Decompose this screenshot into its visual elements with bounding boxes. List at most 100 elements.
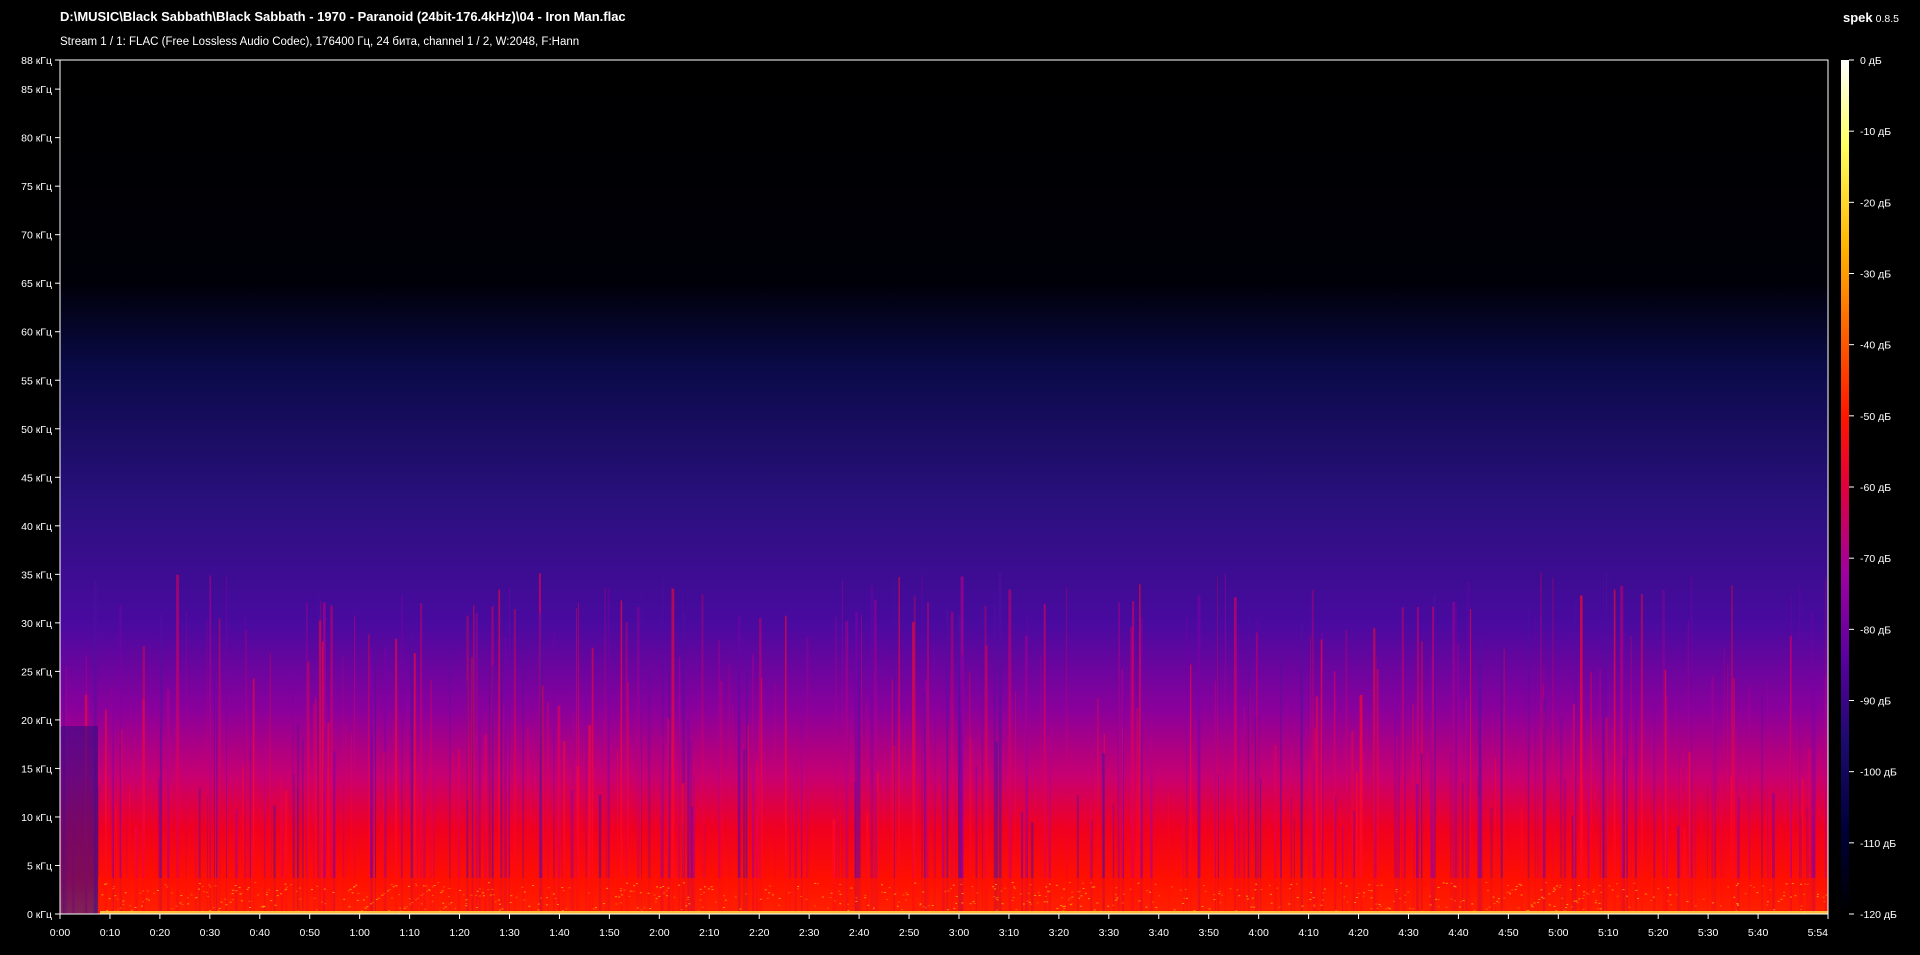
spectrum-hotspot xyxy=(1802,893,1805,895)
x-tick-label: 0:40 xyxy=(250,927,271,939)
spectrum-hotspot xyxy=(1548,893,1551,895)
spectrum-streak xyxy=(913,596,916,914)
spectrum-bass-line xyxy=(100,911,1828,914)
spectrum-hotspot xyxy=(788,892,791,894)
spectrum-streak xyxy=(1375,655,1378,914)
x-tick-label: 3:10 xyxy=(999,927,1020,939)
spectrum-streak xyxy=(539,612,543,914)
spectrum-hotspot xyxy=(537,903,540,905)
spectrum-hotspot xyxy=(498,909,501,911)
spectrum-hotspot xyxy=(1582,908,1585,910)
spectrum-hotspot xyxy=(632,890,635,892)
spectrum-hotspot xyxy=(1340,882,1343,884)
spectrum-hotspot xyxy=(888,887,891,889)
spectrum-streak xyxy=(950,611,954,914)
spectrum-hotspot xyxy=(1309,892,1312,894)
spectrum-streak xyxy=(960,654,964,914)
spectrum-streak xyxy=(218,618,221,914)
spectrum-hotspot xyxy=(1404,894,1407,896)
spectrum-hotspot xyxy=(700,894,703,896)
spectrum-hotspot xyxy=(960,883,963,885)
spectrum-hotspot xyxy=(392,886,395,888)
spectrum-hotspot xyxy=(687,899,690,901)
spectrum-hotspot xyxy=(1542,897,1545,899)
spectrum-hotspot xyxy=(1667,900,1670,902)
spectrum-hotspot xyxy=(1269,893,1272,895)
spectrum-hotspot xyxy=(1288,888,1291,890)
spectrum-hotspot xyxy=(833,900,836,902)
spectrum-streak xyxy=(244,616,246,914)
spectrum-hotspot xyxy=(606,887,609,889)
spectrum-low-band xyxy=(98,878,1828,914)
spectrum-hotspot xyxy=(839,903,842,905)
spectrum-hotspot xyxy=(1114,894,1117,896)
spectrum-hotspot xyxy=(428,889,431,891)
spectrum-hotspot xyxy=(552,893,555,895)
spectrum-hotspot xyxy=(1115,887,1118,889)
spectrum-streak xyxy=(998,572,1002,914)
spectrum-hotspot xyxy=(108,898,111,900)
spectrum-streak xyxy=(1455,602,1458,914)
spectrum-hotspot xyxy=(547,887,550,889)
spectrum-hotspot xyxy=(1370,908,1373,910)
spectrum-hotspot xyxy=(643,907,646,909)
spectrum-hotspot xyxy=(665,890,668,892)
spectrum-streak xyxy=(1190,664,1192,914)
x-tick-label: 3:50 xyxy=(1198,927,1219,939)
spectrum-hotspot xyxy=(420,894,423,896)
spectrum-hotspot xyxy=(190,894,193,896)
spectrum-hotspot xyxy=(1019,893,1022,895)
spectrum-streak xyxy=(159,614,163,914)
spectrum-streak xyxy=(620,600,623,914)
spectrum-hotspot xyxy=(1322,892,1325,894)
spectrum-hotspot xyxy=(407,885,410,887)
spectrum-streak xyxy=(1602,578,1605,914)
spectrum-streak xyxy=(473,605,475,914)
x-tick-label: 4:20 xyxy=(1348,927,1369,939)
colorbar-tick-label: -20 дБ xyxy=(1860,197,1891,209)
spectrum-hotspot xyxy=(636,907,639,909)
spectrum-hotspot xyxy=(864,897,867,899)
spectrum-hotspot xyxy=(1001,903,1004,905)
x-tick-label: 0:00 xyxy=(50,927,71,939)
spectrum-hotspot xyxy=(677,884,680,886)
spectrum-streak xyxy=(1723,648,1725,914)
spectrum-hotspot xyxy=(1625,895,1628,897)
spectrum-hotspot xyxy=(1585,892,1588,894)
spectrum-hotspot xyxy=(1428,895,1431,897)
spectrum-streak xyxy=(318,620,322,914)
spectrum-hotspot xyxy=(1762,885,1765,887)
spectrum-hotspot xyxy=(1806,883,1809,885)
x-tick-label: 0:30 xyxy=(200,927,221,939)
y-axis: 0 кГц 5 кГц 10 кГц 15 кГц 20 кГц 25 кГц 30 кГц… xyxy=(21,55,60,921)
spectrum-hotspot xyxy=(101,894,104,896)
spectrum-hotspot xyxy=(166,886,169,888)
spectrum-hotspot xyxy=(366,896,369,898)
spectrum-hotspot xyxy=(1313,904,1316,906)
spectrum-hotspot xyxy=(1517,907,1520,909)
spectrum-hotspot xyxy=(1375,903,1378,905)
spectrum-hotspot xyxy=(225,904,228,906)
spectrum-hotspot xyxy=(1460,901,1463,903)
spectrum-hotspot xyxy=(1395,891,1398,893)
spectrum-hotspot xyxy=(408,898,411,900)
colorbar-tick-label: -50 дБ xyxy=(1860,411,1891,423)
spectrum-hotspot xyxy=(248,906,251,908)
spectrum-hotspot xyxy=(1600,891,1603,893)
spectrum-hotspot xyxy=(850,887,853,889)
spectrum-streak xyxy=(981,598,984,914)
spectrum-hotspot xyxy=(232,889,235,891)
x-tick-label: 3:00 xyxy=(949,927,970,939)
spectrum-hotspot xyxy=(663,892,666,894)
spectrum-hotspot xyxy=(425,885,428,887)
spectrum-hotspot xyxy=(813,905,816,907)
spectrum-hotspot xyxy=(1785,883,1788,885)
spectrum-streak xyxy=(1026,616,1028,914)
spectrum-hotspot xyxy=(537,909,540,911)
spectrum-streak xyxy=(367,634,370,914)
spectrum-hotspot xyxy=(1309,898,1312,900)
spectrum-hotspot xyxy=(386,890,389,892)
spectrum-streak xyxy=(1280,655,1282,914)
spectrum-streak xyxy=(1500,648,1503,914)
spectrum-streak xyxy=(728,664,730,914)
